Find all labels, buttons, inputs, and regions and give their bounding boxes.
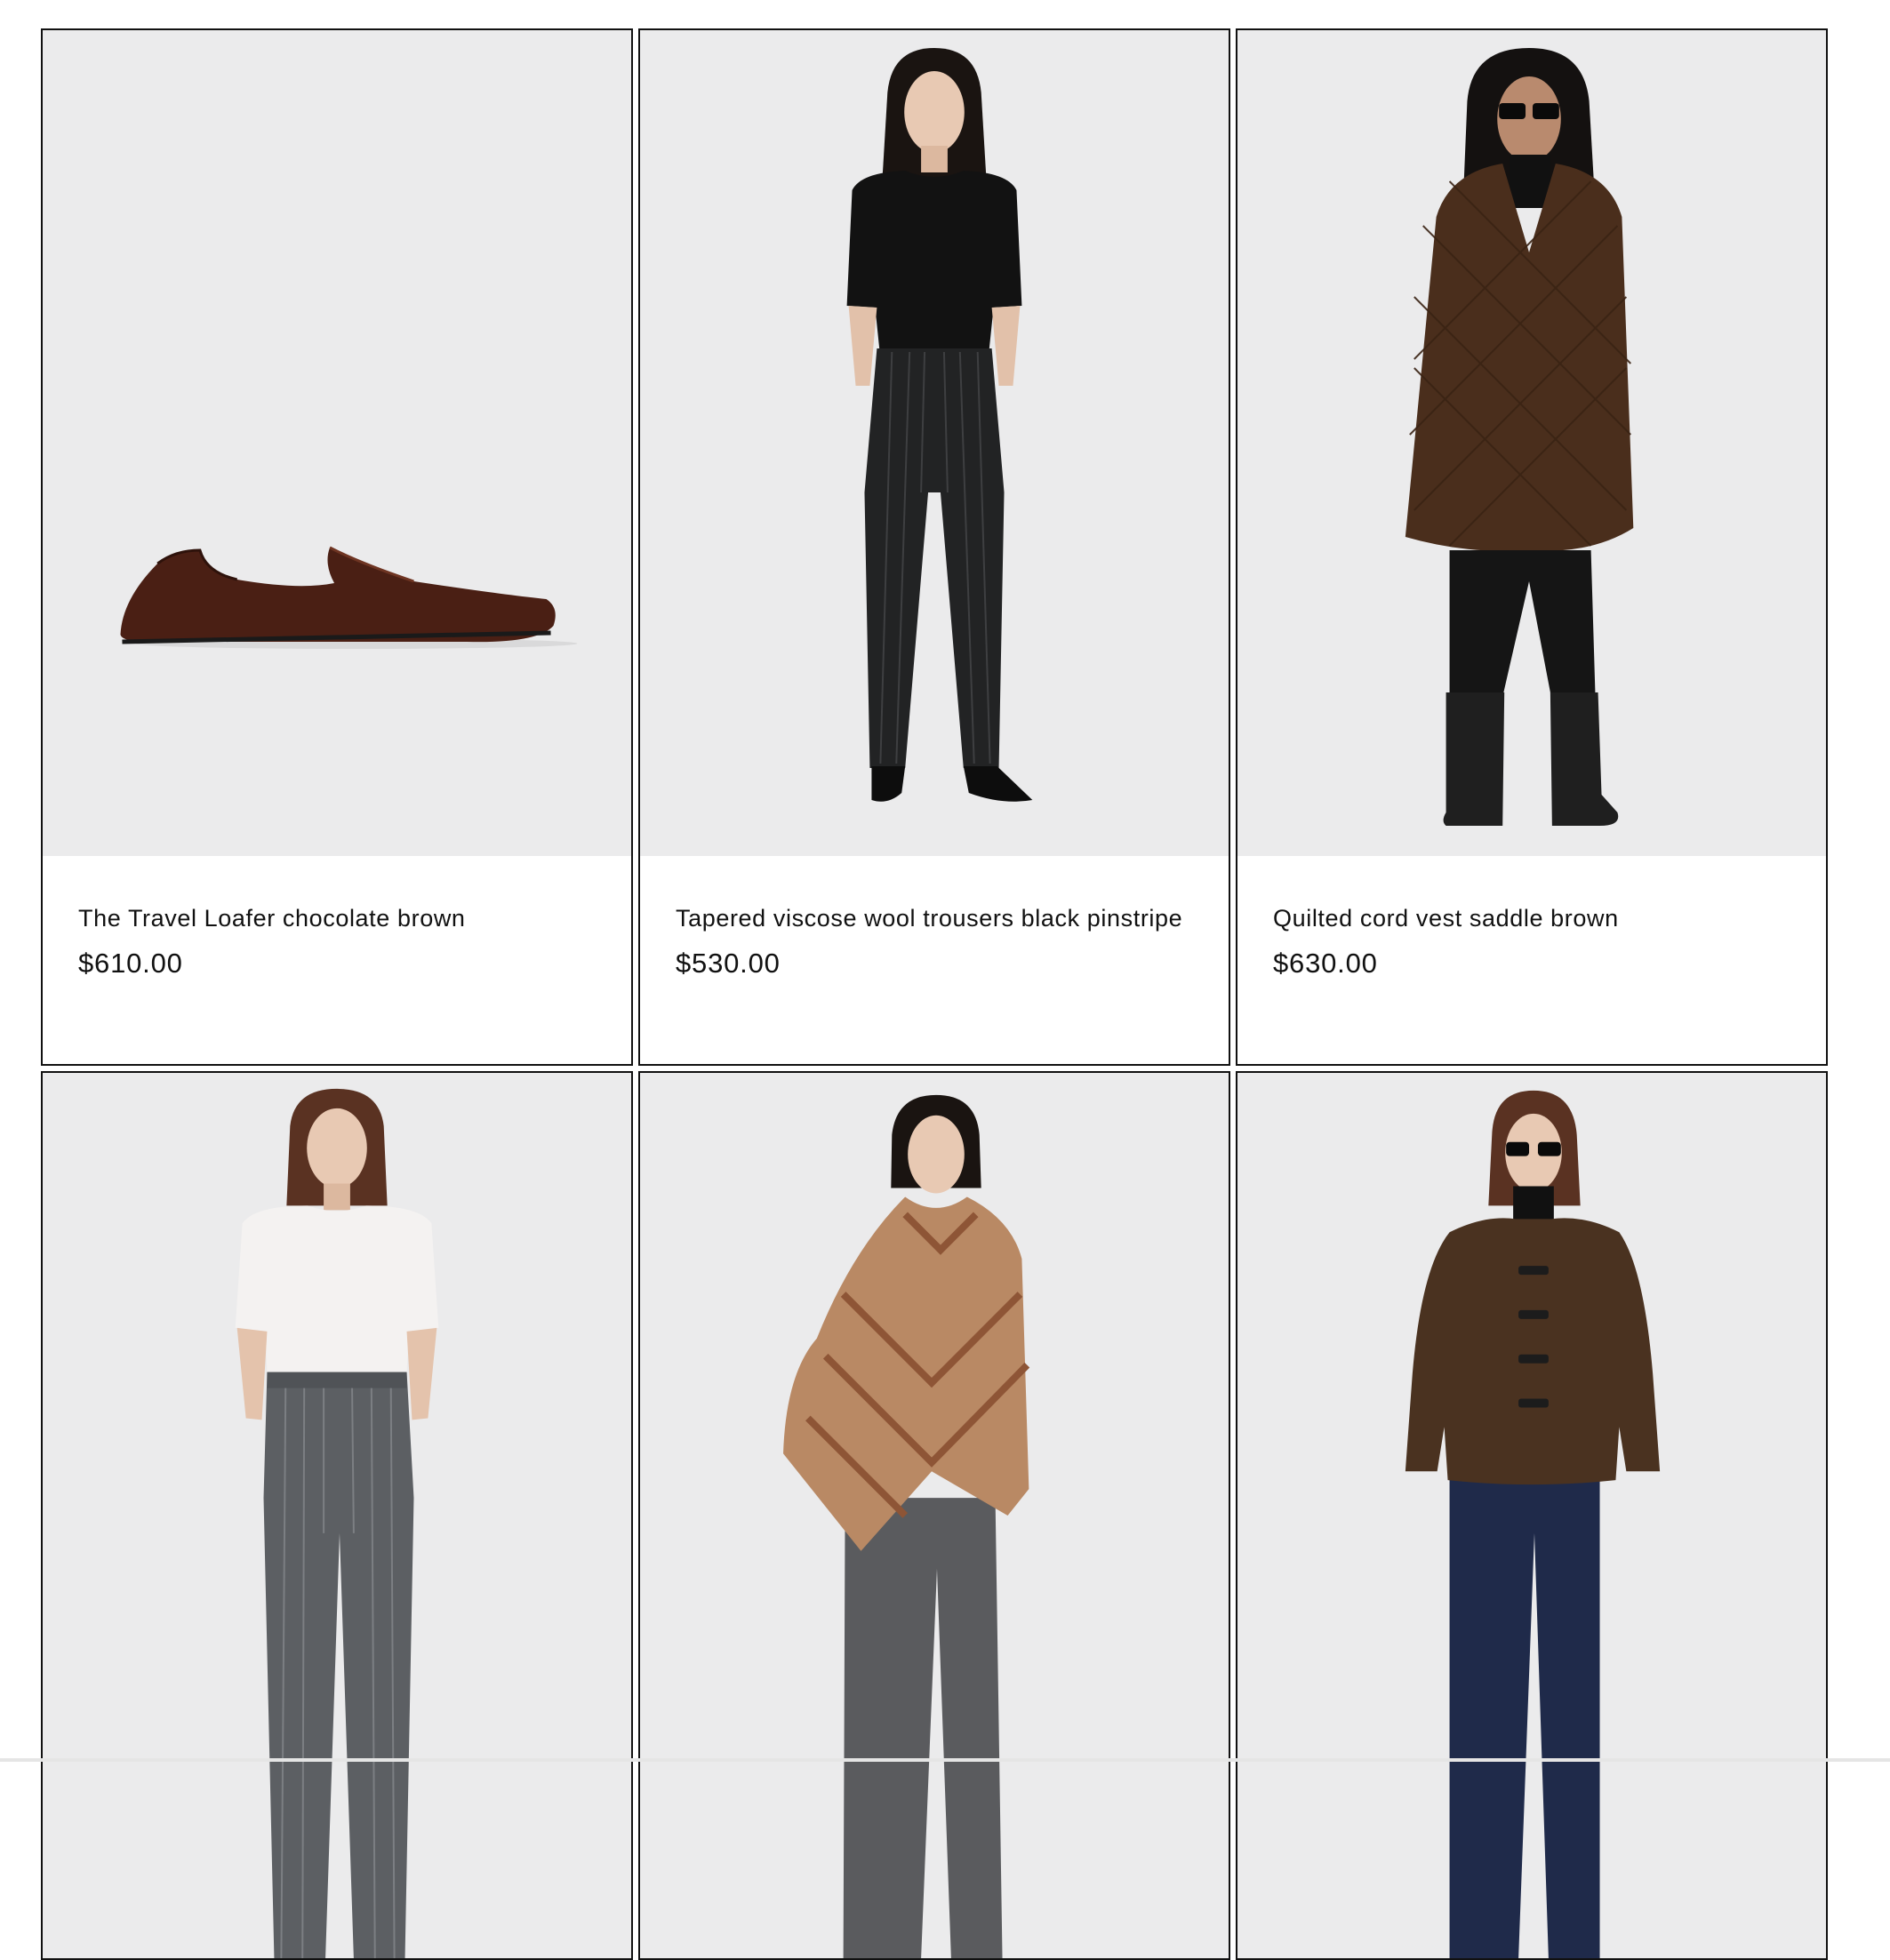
product-image[interactable] bbox=[640, 1073, 1229, 1958]
product-info: The Travel Loafer chocolate brown $610.0… bbox=[78, 903, 596, 980]
product-card[interactable]: Tapered viscose wool trousers black pins… bbox=[638, 28, 1230, 1066]
product-card[interactable] bbox=[638, 1071, 1230, 1960]
product-image[interactable] bbox=[1237, 1073, 1826, 1958]
product-card[interactable]: The Travel Loafer chocolate brown $610.0… bbox=[41, 28, 633, 1066]
product-price: $530.00 bbox=[676, 948, 781, 979]
product-price: $630.00 bbox=[1273, 948, 1378, 979]
product-grid: The Travel Loafer chocolate brown $610.0… bbox=[41, 28, 1830, 1960]
product-card[interactable] bbox=[1236, 1071, 1828, 1960]
product-name[interactable]: Quilted cord vest saddle brown bbox=[1273, 903, 1790, 933]
product-name[interactable]: The Travel Loafer chocolate brown bbox=[78, 903, 596, 933]
viewport-edge-strip bbox=[0, 1758, 1890, 1762]
product-card[interactable]: Quilted cord vest saddle brown $630.00 bbox=[1236, 28, 1828, 1066]
product-info: Quilted cord vest saddle brown $630.00 bbox=[1273, 903, 1790, 980]
product-info: Tapered viscose wool trousers black pins… bbox=[676, 903, 1193, 980]
product-price: $610.00 bbox=[78, 948, 183, 979]
product-image[interactable] bbox=[640, 30, 1229, 856]
product-name[interactable]: Tapered viscose wool trousers black pins… bbox=[676, 903, 1193, 933]
product-image[interactable] bbox=[43, 30, 631, 856]
product-image[interactable] bbox=[1237, 30, 1826, 856]
product-card[interactable] bbox=[41, 1071, 633, 1960]
product-image[interactable] bbox=[43, 1073, 631, 1958]
